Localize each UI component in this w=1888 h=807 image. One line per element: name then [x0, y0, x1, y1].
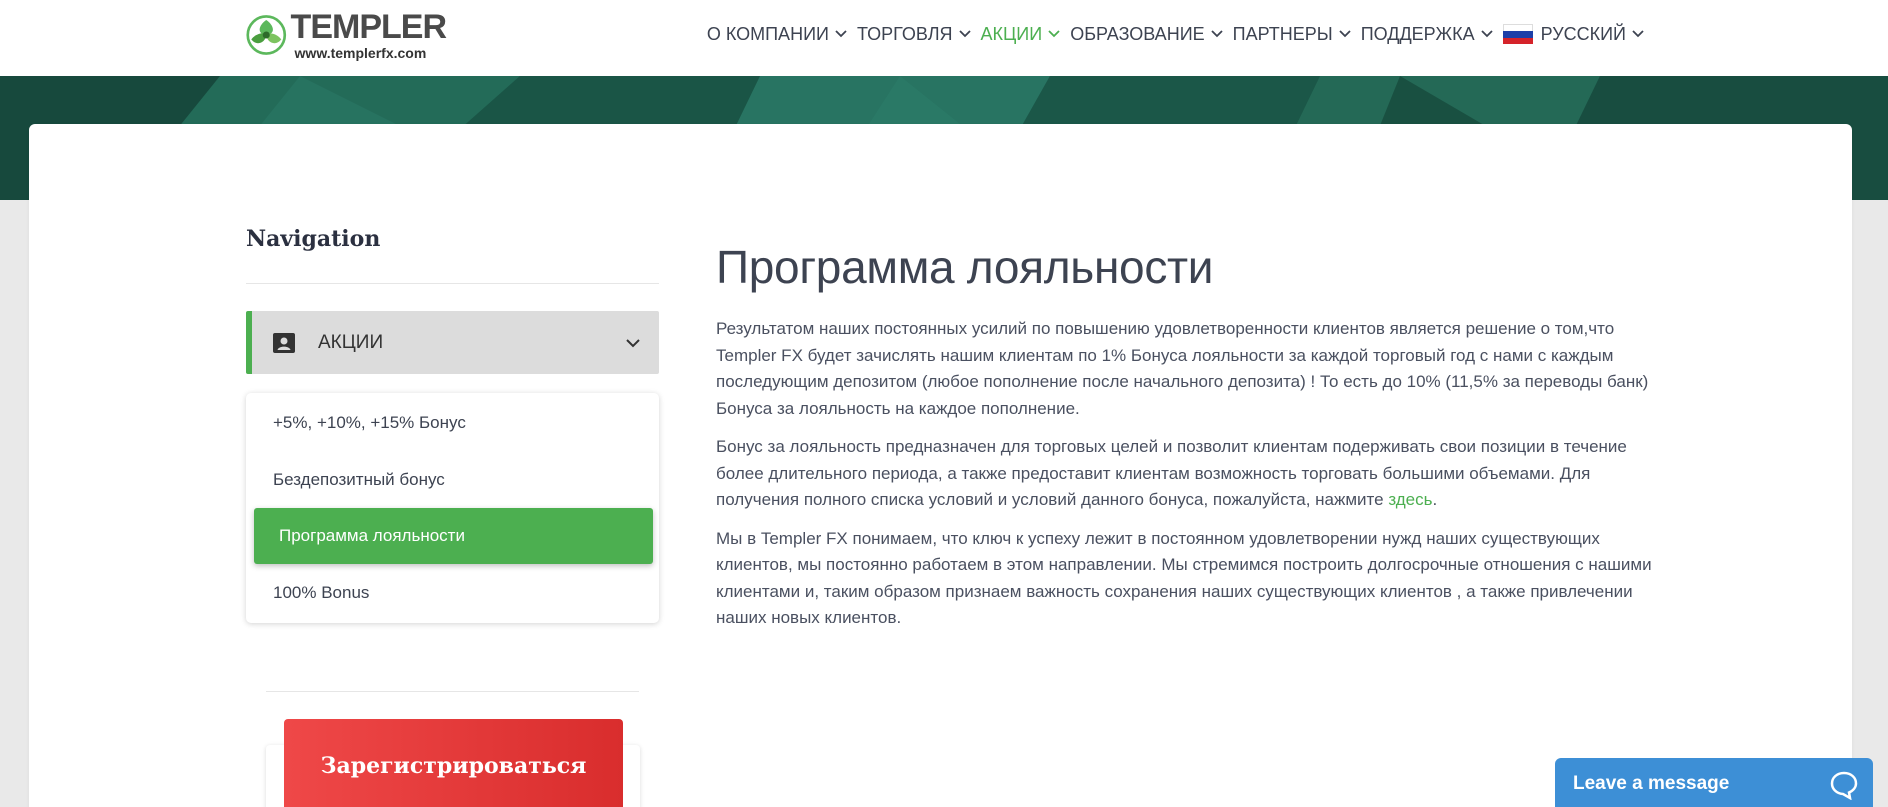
- nav-item-education[interactable]: ОБРАЗОВАНИЕ: [1070, 24, 1224, 45]
- nav-label: ТОРГОВЛЯ: [856, 23, 953, 44]
- nav-item-support[interactable]: ПОДДЕРЖКА: [1361, 24, 1495, 45]
- chevron-down-icon: [1339, 30, 1351, 38]
- register-button[interactable]: Зарегистрироваться: [284, 719, 623, 807]
- russia-flag-icon: [1502, 24, 1533, 44]
- paragraph: Бонус за лояльность предназначен для тор…: [716, 434, 1656, 514]
- submenu-item-bonus-5-10-15[interactable]: +5%, +10%, +15% Бонус: [246, 395, 659, 451]
- chevron-down-icon: [1632, 30, 1644, 38]
- submenu-item-no-deposit-bonus[interactable]: Бездепозитный бонус: [246, 452, 659, 508]
- chat-label: Leave a message: [1573, 773, 1730, 794]
- paragraph-end: .: [1432, 490, 1438, 509]
- nav-label: ПАРТНЕРЫ: [1232, 23, 1333, 44]
- terms-link[interactable]: здесь: [1388, 490, 1432, 509]
- nav-item-promotions[interactable]: АКЦИИ: [981, 24, 1063, 45]
- paragraph: Мы в Templer FX понимаем, что ключ к усп…: [716, 528, 1652, 628]
- language-label: РУССКИЙ: [1540, 23, 1626, 44]
- sidebar-title: Navigation: [246, 226, 381, 252]
- nav-item-company[interactable]: О КОМПАНИИ: [707, 24, 849, 45]
- nav-label: АКЦИИ: [980, 23, 1043, 44]
- submenu-item-100-bonus[interactable]: 100% Bonus: [246, 565, 659, 621]
- contact-card-icon: [273, 332, 295, 353]
- chevron-down-icon: [1048, 30, 1060, 38]
- nav-label: ОБРАЗОВАНИЕ: [1070, 23, 1205, 44]
- nav-label: О КОМПАНИИ: [706, 23, 829, 44]
- submenu-item-loyalty-program[interactable]: Программа лояльности: [254, 508, 653, 564]
- chevron-down-icon: [835, 30, 847, 38]
- page-title: Программа лояльности: [716, 241, 1214, 293]
- live-chat-widget[interactable]: Leave a message: [1555, 758, 1873, 807]
- nav-item-partners[interactable]: ПАРТНЕРЫ: [1233, 24, 1353, 45]
- chevron-down-icon: [958, 30, 971, 38]
- language-selector[interactable]: РУССКИЙ: [1502, 23, 1646, 45]
- logo-leaf-icon: [246, 15, 287, 55]
- divider: [266, 691, 639, 692]
- paragraph-text: Бонус за лояльность предназначен для тор…: [716, 437, 1627, 509]
- logo-name: TEMPLER: [290, 8, 447, 46]
- main-content: Программа лояльности Результатом наших п…: [716, 240, 1656, 644]
- accordion-label: АКЦИИ: [318, 331, 384, 353]
- divider: [246, 283, 659, 284]
- chat-bubble-icon: [1830, 771, 1858, 800]
- nav-item-trading[interactable]: ТОРГОВЛЯ: [857, 24, 973, 45]
- chevron-down-icon: [1211, 30, 1223, 38]
- nav-label: ПОДДЕРЖКА: [1360, 23, 1475, 44]
- site-header: TEMPLER www.templerfx.com О КОМПАНИИ ТОР…: [0, 0, 1888, 76]
- chevron-down-icon: [1480, 30, 1493, 38]
- promotions-submenu: +5%, +10%, +15% Бонус Бездепозитный бону…: [246, 393, 659, 623]
- promotions-accordion[interactable]: АКЦИИ: [246, 311, 659, 374]
- paragraph: Результатом наших постоянных усилий по п…: [716, 319, 1649, 418]
- logo[interactable]: TEMPLER www.templerfx.com: [246, 8, 447, 61]
- main-nav: О КОМПАНИИ ТОРГОВЛЯ АКЦИИ ОБРАЗОВАНИЕ ПА…: [699, 20, 1646, 48]
- logo-url: www.templerfx.com: [294, 45, 427, 61]
- chevron-down-icon: [626, 339, 640, 348]
